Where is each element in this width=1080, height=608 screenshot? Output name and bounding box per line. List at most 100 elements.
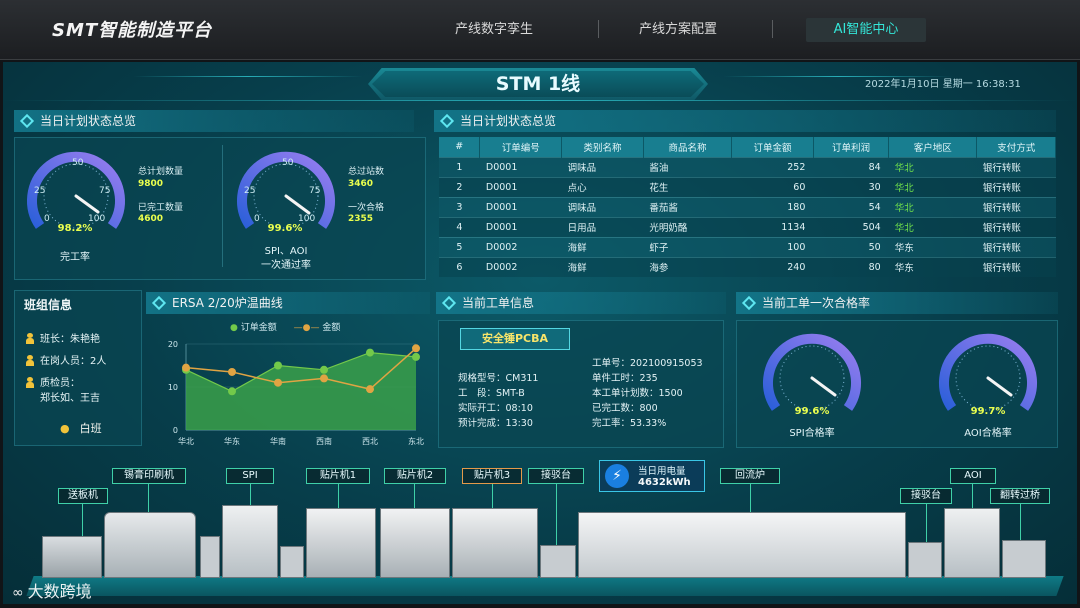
label-connector [1020, 504, 1021, 540]
gauge-tick: 25 [244, 186, 256, 196]
station-label-dock2[interactable]: 接驳台 [900, 488, 952, 504]
table-cell: 240 [731, 256, 814, 277]
gauge-needle [986, 376, 1013, 397]
conveyor-module [280, 546, 304, 578]
team-inspector-text: 质检员： [40, 378, 80, 389]
diamond-icon [151, 295, 167, 311]
planned-qty-label: 总计划数量 [138, 167, 184, 177]
wo-finish: 预计完成：13:30 [458, 418, 533, 429]
mounter-1-machine[interactable] [306, 508, 376, 578]
table-cell: 调味品 [561, 196, 644, 217]
tab-ai-center[interactable]: AI智能中心 [806, 18, 926, 42]
table-cell: 6 [439, 256, 480, 277]
station-label-loader[interactable]: 送板机 [58, 488, 108, 504]
label-connector [148, 484, 149, 512]
conveyor-module [200, 536, 220, 578]
reflow-oven-machine[interactable] [578, 512, 906, 578]
label-connector [414, 484, 415, 508]
column-header: 订单金额 [731, 137, 814, 157]
column-header: 订单编号 [479, 137, 563, 157]
data-point [366, 385, 374, 394]
table-cell: 点心 [561, 176, 644, 197]
chart-legend: ● 订单金额 —●— 金额 [230, 320, 340, 333]
station-label-mounter2[interactable]: 贴片机2 [384, 468, 446, 484]
data-point [182, 363, 190, 372]
station-label-printer[interactable]: 锡膏印刷机 [112, 468, 186, 484]
table-cell: 调味品 [561, 156, 644, 177]
diamond-icon [19, 113, 35, 129]
wo-done: 已完工数：800 [592, 403, 658, 414]
diamond-icon [441, 295, 457, 311]
top-navigation-bar: SMT智能制造平台 产线数字孪生 产线方案配置 AI智能中心 [0, 0, 1080, 60]
table-cell: 84 [813, 156, 889, 177]
team-staff: 在岗人员：2人 [26, 352, 106, 367]
table-cell: 3 [439, 196, 480, 217]
table-cell: 海鲜 [561, 236, 644, 257]
wo-rate: 完工率：53.33% [592, 418, 667, 429]
label-connector [926, 504, 927, 542]
flip-bridge-machine[interactable] [1002, 540, 1046, 578]
board-loader-machine[interactable] [42, 536, 102, 578]
gauge-tick: 0 [254, 214, 260, 224]
wo-order-no: 工单号：202100915053 [592, 358, 703, 369]
diamond-icon [439, 113, 455, 129]
table-cell: 华北 [888, 216, 977, 237]
table-cell: 华北 [888, 196, 977, 217]
table-cell: 花生 [643, 176, 732, 197]
table-row[interactable]: 3 D0001 调味品 番茄酱 180 54 华北 银行转账 [439, 196, 1056, 217]
total-points-label: 总过站数 [348, 167, 385, 177]
table-cell: 银行转账 [976, 216, 1056, 237]
y-tick-label: 20 [168, 340, 178, 349]
wo-unit-time: 单件工时：235 [592, 373, 658, 384]
completion-rate-value: 98.2% [57, 223, 93, 234]
tab-line-config[interactable]: 产线方案配置 [622, 18, 734, 42]
data-point [228, 387, 236, 396]
table-cell: 海参 [643, 256, 732, 277]
table-cell: 银行转账 [976, 196, 1056, 217]
docking-station-2-machine[interactable] [908, 542, 942, 578]
station-label-reflow[interactable]: 回流炉 [720, 468, 780, 484]
station-label-mounter3[interactable]: 贴片机3 [462, 468, 522, 484]
x-tick-label: 华东 [224, 436, 240, 446]
tab-digital-twin[interactable]: 产线数字孪生 [438, 18, 550, 42]
docking-station-machine[interactable] [540, 545, 576, 578]
label-connector [250, 484, 251, 505]
mounter-3-machine[interactable] [452, 508, 538, 578]
product-name-badge: 安全锤PCBA [460, 328, 570, 350]
table-header-row: # 订单编号 类别名称 商品名称 订单金额 订单利润 客户地区 支付方式 [439, 137, 1056, 157]
gauge-needle [810, 376, 837, 397]
printer-machine[interactable] [104, 512, 196, 578]
temp-chart-section-title: ERSA 2/20炉温曲线 [146, 292, 430, 314]
legend-marker: ● [230, 323, 238, 333]
table-row[interactable]: 5 D0002 海鲜 虾子 100 50 华东 银行转账 [439, 236, 1056, 257]
watermark-logo: ∞ 大数跨境 [12, 578, 92, 602]
station-label-spi[interactable]: SPI [226, 468, 274, 484]
label-connector [972, 484, 973, 508]
aoi-machine[interactable] [944, 508, 1000, 578]
station-label-mounter1[interactable]: 贴片机1 [306, 468, 370, 484]
table-row[interactable]: 2 D0001 点心 花生 60 30 华北 银行转账 [439, 176, 1056, 197]
table-cell: 银行转账 [976, 236, 1056, 257]
spi-aoi-label2: 一次通过率 [261, 260, 311, 271]
table-cell: D0001 [479, 196, 562, 217]
panel-divider [222, 145, 223, 267]
wo-planned: 本工单计划数：1500 [592, 388, 683, 399]
gauge-tick: 50 [72, 158, 84, 168]
station-label-dock1[interactable]: 接驳台 [528, 468, 584, 484]
spi-machine[interactable] [222, 505, 278, 578]
table-row[interactable]: 6 D0002 海鲜 海参 240 80 华东 银行转账 [439, 256, 1056, 277]
station-label-aoi[interactable]: AOI [950, 468, 996, 484]
table-cell: 银行转账 [976, 156, 1056, 177]
table-cell: 504 [813, 216, 889, 237]
data-point [366, 348, 374, 357]
mounter-2-machine[interactable] [380, 508, 450, 578]
header-deco-line [133, 76, 363, 77]
table-row[interactable]: 4 D0001 日用品 光明奶酪 1134 504 华北 银行转账 [439, 216, 1056, 237]
station-label-flip[interactable]: 翻转过桥 [990, 488, 1050, 504]
table-cell: 30 [813, 176, 889, 197]
table-cell: D0001 [479, 176, 562, 197]
table-row[interactable]: 1 D0001 调味品 酱油 252 84 华北 银行转账 [439, 156, 1056, 177]
y-tick-label: 10 [168, 383, 178, 392]
y-tick-label: 0 [173, 426, 178, 435]
table-cell: 50 [813, 236, 889, 257]
